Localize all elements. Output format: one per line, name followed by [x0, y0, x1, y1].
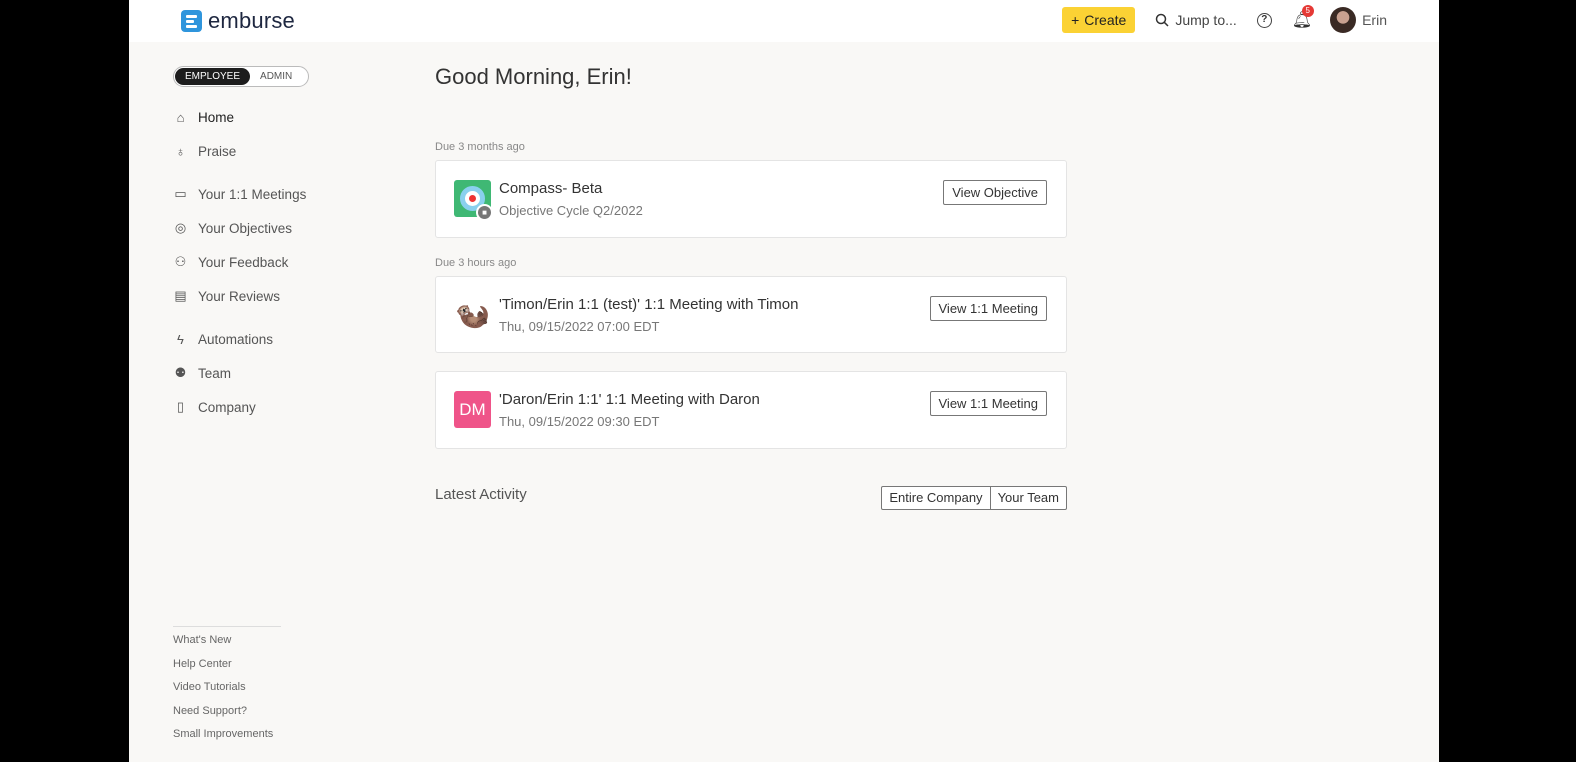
role-toggle[interactable]: EMPLOYEE ADMIN: [173, 66, 309, 87]
filter-your-team[interactable]: Your Team: [989, 487, 1066, 509]
user-name[interactable]: Erin: [1362, 12, 1387, 28]
objective-title[interactable]: Compass- Beta: [499, 180, 602, 197]
create-button[interactable]: + Create: [1062, 7, 1136, 33]
nav-label: Your 1:1 Meetings: [198, 186, 307, 202]
sidebar-nav: ⌂ Home ♁ Praise ▭ Your 1:1 Meetings ◎ Your O…: [173, 106, 373, 418]
sidebar-item-meetings[interactable]: ▭ Your 1:1 Meetings: [173, 183, 373, 205]
lock-icon: ■: [476, 204, 493, 221]
video-tutorials-link[interactable]: Video Tutorials: [173, 680, 281, 704]
notifications-button[interactable]: 🔔︎ 5: [1292, 5, 1314, 30]
create-label: Create: [1084, 12, 1127, 28]
nav-label: Home: [198, 109, 235, 125]
award-icon: ♁: [175, 143, 186, 159]
nav-label: Your Objectives: [198, 220, 293, 236]
view-meeting-button[interactable]: View 1:1 Meeting: [929, 296, 1047, 321]
search-icon: [1156, 13, 1169, 27]
toggle-employee[interactable]: EMPLOYEE: [175, 68, 251, 85]
timon-avatar: 🦦: [455, 299, 490, 330]
meeting-time: Thu, 09/15/2022 09:30 EDT: [499, 414, 660, 429]
app: emburse + Create Jump to... ? 🔔︎ 5 Erin EM…: [129, 0, 1439, 762]
nav-label: Automations: [198, 331, 274, 347]
nav-label: Your Feedback: [198, 254, 289, 270]
logo-text: emburse: [208, 8, 295, 33]
document-icon: ▤: [174, 288, 187, 303]
sidebar-item-team[interactable]: ⚉ Team: [173, 362, 373, 384]
notification-badge: 5: [1301, 5, 1314, 17]
sidebar-item-automations[interactable]: ϟ Automations: [173, 328, 373, 350]
meeting-title[interactable]: 'Timon/Erin 1:1 (test)' 1:1 Meeting with…: [499, 296, 798, 313]
avatar[interactable]: [1330, 7, 1357, 33]
nav-label: Praise: [198, 143, 237, 159]
view-objective-button[interactable]: View Objective: [943, 180, 1047, 205]
nav-label: Team: [198, 365, 232, 381]
due-label: Due 3 months ago: [435, 141, 525, 153]
chat-icon: ▭: [174, 186, 187, 201]
plus-icon: +: [1071, 12, 1080, 28]
emburse-logo-icon: [181, 10, 202, 32]
objective-card: ■ Compass- Beta Objective Cycle Q2/2022 …: [435, 160, 1067, 238]
meeting-time: Thu, 09/15/2022 07:00 EDT: [499, 319, 660, 334]
people-icon: ⚇: [174, 254, 187, 269]
jump-label: Jump to...: [1175, 12, 1237, 28]
sidebar-item-praise[interactable]: ♁ Praise: [173, 140, 373, 162]
whats-new-link[interactable]: What's New: [173, 633, 281, 657]
home-icon: ⌂: [176, 109, 185, 125]
small-improvements-link[interactable]: Small Improvements: [173, 727, 281, 751]
due-label: Due 3 hours ago: [435, 257, 517, 269]
nav-label: Company: [198, 399, 256, 415]
sidebar-item-objectives[interactable]: ◎ Your Objectives: [173, 217, 373, 239]
filter-entire-company[interactable]: Entire Company: [882, 487, 989, 509]
need-support-link[interactable]: Need Support?: [173, 704, 281, 728]
sidebar-footer: What's New Help Center Video Tutorials N…: [173, 626, 281, 751]
objective-target-icon: ■: [454, 180, 493, 221]
activity-filter: Entire Company Your Team: [881, 486, 1067, 510]
bolt-icon: ϟ: [177, 331, 184, 347]
view-meeting-button[interactable]: View 1:1 Meeting: [929, 391, 1047, 416]
jump-to-search[interactable]: Jump to...: [1155, 12, 1237, 28]
target-icon: ◎: [174, 220, 187, 235]
help-center-link[interactable]: Help Center: [173, 657, 281, 681]
meeting-card: 🦦 'Timon/Erin 1:1 (test)' 1:1 Meeting wi…: [435, 276, 1067, 353]
team-icon: ⚉: [174, 365, 187, 380]
top-bar: emburse + Create Jump to... ? 🔔︎ 5 Erin: [129, 0, 1439, 42]
meeting-card: DM 'Daron/Erin 1:1' 1:1 Meeting with Dar…: [435, 371, 1067, 449]
latest-activity-heading: Latest Activity: [435, 486, 527, 503]
toggle-admin[interactable]: ADMIN: [250, 68, 302, 85]
daron-avatar: DM: [454, 391, 491, 428]
objective-cycle: Objective Cycle Q2/2022: [499, 203, 643, 218]
page-title: Good Morning, Erin!: [435, 64, 632, 89]
sidebar-item-feedback[interactable]: ⚇ Your Feedback: [173, 251, 373, 273]
nav-label: Your Reviews: [198, 288, 281, 304]
sidebar-item-home[interactable]: ⌂ Home: [173, 106, 373, 128]
building-icon: ▯: [176, 399, 185, 414]
help-icon[interactable]: ?: [1256, 12, 1272, 28]
sidebar-item-reviews[interactable]: ▤ Your Reviews: [173, 285, 373, 307]
sidebar-item-company[interactable]: ▯ Company: [173, 396, 373, 418]
logo[interactable]: emburse: [181, 8, 295, 34]
meeting-title[interactable]: 'Daron/Erin 1:1' 1:1 Meeting with Daron: [499, 391, 760, 408]
